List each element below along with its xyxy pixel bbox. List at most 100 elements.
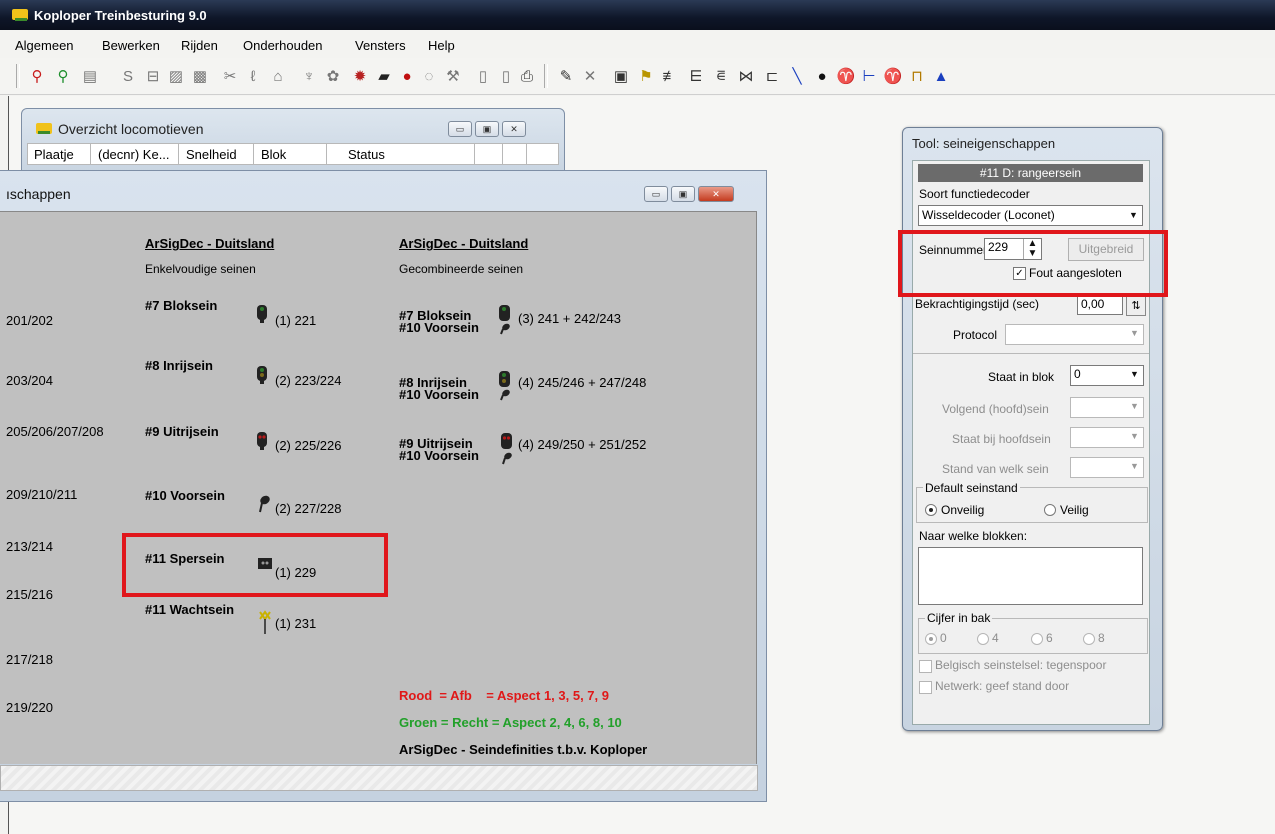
save-icon[interactable]: ▣ [611, 66, 631, 86]
close-button[interactable]: ✕ [698, 186, 734, 202]
delete-icon[interactable]: ✕ [580, 66, 600, 86]
maximize-button[interactable]: ▣ [475, 121, 499, 137]
bell-icon[interactable]: ⌂ [268, 66, 288, 86]
cijfer-6-label: 6 [1046, 631, 1053, 645]
single-signal-label: #8 Inrijsein [145, 358, 213, 373]
legend-red: Rood = Afb = Aspect 1, 3, 5, 7, 9 [399, 688, 609, 703]
menu-help[interactable]: Help [428, 38, 455, 53]
decoder-type-label: Soort functiedecoder [919, 187, 1030, 201]
single-signals-header: ArSigDec - Duitsland [145, 236, 275, 251]
monitor-icon[interactable]: ▤ [80, 66, 100, 86]
minimize-button[interactable]: ▭ [448, 121, 472, 137]
line-icon[interactable]: ╲ [787, 66, 807, 86]
scissors-icon[interactable]: ✂ [220, 66, 240, 86]
gear-icon[interactable]: ✹ [350, 66, 370, 86]
address-label: 203/204 [6, 373, 53, 388]
naar-welke-blokken-list[interactable] [918, 547, 1143, 605]
address-label: 215/216 [6, 587, 53, 602]
column-status[interactable]: Status [348, 147, 385, 162]
signal6-icon[interactable]: ▲ [931, 66, 951, 86]
onveilig-radio[interactable] [925, 504, 937, 516]
belgisch-checkbox[interactable] [919, 660, 932, 673]
page2-icon[interactable]: ▯ [496, 66, 516, 86]
maximize-button[interactable]: ▣ [671, 186, 695, 202]
chevron-down-icon: ▼ [1130, 369, 1139, 379]
menu-algemeen[interactable]: Algemeen [15, 38, 74, 53]
toolbar: ⚲ ⚲ ▤ S ⊟ ▨ ▩ ✂ ℓ ⌂ ♆ ✿ ✹ ▰ ● ◌ ⚒ ▯ ▯ ⎙ … [0, 58, 1275, 95]
loco-window-title: Overzicht locomotieven [58, 121, 204, 137]
crossing-icon[interactable]: ⊏ [762, 66, 782, 86]
cijfer-8-radio[interactable] [1083, 633, 1095, 645]
s-icon[interactable]: S [118, 66, 138, 86]
loco-icon[interactable]: ▰ [374, 66, 394, 86]
staat-in-blok-select[interactable]: 0 ▼ [1070, 365, 1144, 386]
junction-icon[interactable]: ⋈ [736, 66, 756, 86]
default-seinstand-label: Default seinstand [923, 481, 1020, 495]
rail-icon[interactable]: ≢ [660, 66, 680, 86]
single-signal-label: #10 Voorsein [145, 488, 225, 503]
spinner-icon[interactable]: ⇅ [1126, 296, 1146, 316]
combined-signals-header: ArSigDec - Duitsland [399, 236, 529, 251]
signal-icon[interactable]: ● [812, 66, 832, 86]
signal-definitions-window: ıschappen ▭ ▣ ✕ 201/202 203/204 205/206/… [0, 170, 767, 802]
signal5-icon[interactable]: ⊓ [907, 66, 927, 86]
tree-icon[interactable]: ♆ [299, 66, 319, 86]
close-button[interactable]: ✕ [502, 121, 526, 137]
signal-definitions-footer: ArSigDec - Seindefinities t.b.v. Koplope… [399, 742, 648, 757]
veilig-radio[interactable] [1044, 504, 1056, 516]
print-icon[interactable]: ⎙ [517, 66, 537, 86]
cijfer-6-radio[interactable] [1031, 633, 1043, 645]
signal-green-icon[interactable]: ⚲ [53, 66, 73, 86]
clock-icon[interactable]: ◌ [419, 66, 439, 86]
tools-icon[interactable]: ⚑ [636, 66, 656, 86]
menu-rijden[interactable]: Rijden [181, 38, 218, 53]
stop-icon[interactable]: ● [397, 66, 417, 86]
toolbar-separator [16, 64, 20, 88]
combined-signals-subheader: Gecombineerde seinen [399, 262, 524, 276]
decoder-type-select[interactable]: Wisseldecoder (Loconet) ▼ [918, 205, 1143, 226]
column-decnr[interactable]: (decnr) Ke... [98, 147, 170, 162]
signal-window-title: ıschappen [6, 186, 71, 202]
cijfer-4-radio[interactable] [977, 633, 989, 645]
loco-window-icon [36, 123, 52, 134]
bekrachtiging-input[interactable]: 0,00 [1077, 295, 1123, 315]
netwerk-checkbox[interactable] [919, 681, 932, 694]
menu-bewerken[interactable]: Bewerken [102, 38, 160, 53]
signal-window-controls: ▭ ▣ ✕ [644, 186, 734, 202]
menu-vensters[interactable]: Vensters [355, 38, 406, 53]
single-signal-number: (1) 231 [275, 616, 317, 631]
signal3-icon[interactable]: ⊢ [859, 66, 879, 86]
column-blok[interactable]: Blok [261, 147, 286, 162]
combined-signal-number: (4) 245/246 + 247/248 [518, 375, 647, 390]
page-icon[interactable]: ▯ [473, 66, 493, 86]
signal-red-icon[interactable]: ⚲ [27, 66, 47, 86]
grid-icon[interactable]: ▩ [190, 66, 210, 86]
column-snelheid[interactable]: Snelheid [186, 147, 237, 162]
curve-icon[interactable]: ℓ [243, 66, 263, 86]
signal2-icon[interactable]: ♈ [836, 66, 856, 86]
edit-icon[interactable]: ▨ [166, 66, 186, 86]
volgend-hoofdsein-select[interactable]: ▼ [1070, 397, 1144, 418]
divider [913, 353, 1149, 354]
signal4-icon[interactable]: ♈ [883, 66, 903, 86]
track-icon[interactable]: ⋿ [686, 66, 706, 86]
route-icon[interactable]: ⊟ [143, 66, 163, 86]
loco-table-header: Plaatje (decnr) Ke... Snelheid Blok Stat… [27, 143, 559, 165]
cijfer-0-label: 0 [940, 631, 947, 645]
stand-van-welk-sein-select[interactable]: ▼ [1070, 457, 1144, 478]
minimize-button[interactable]: ▭ [644, 186, 668, 202]
staat-in-blok-label: Staat in blok [988, 370, 1055, 384]
bloksein-icon [257, 305, 267, 323]
wrench-icon[interactable]: ⚒ [443, 66, 463, 86]
protocol-select[interactable]: ▼ [1005, 324, 1144, 345]
staat-bij-hoofdsein-select[interactable]: ▼ [1070, 427, 1144, 448]
single-signal-number: (2) 223/224 [275, 373, 342, 388]
pencil-icon[interactable]: ✎ [556, 66, 576, 86]
column-plaatje[interactable]: Plaatje [34, 147, 74, 162]
menu-onderhouden[interactable]: Onderhouden [243, 38, 323, 53]
cijfer-0-radio[interactable] [925, 633, 937, 645]
address-label: 219/220 [6, 700, 53, 715]
status-bar [0, 765, 758, 791]
switch-icon[interactable]: ⋷ [711, 66, 731, 86]
flower-icon[interactable]: ✿ [323, 66, 343, 86]
